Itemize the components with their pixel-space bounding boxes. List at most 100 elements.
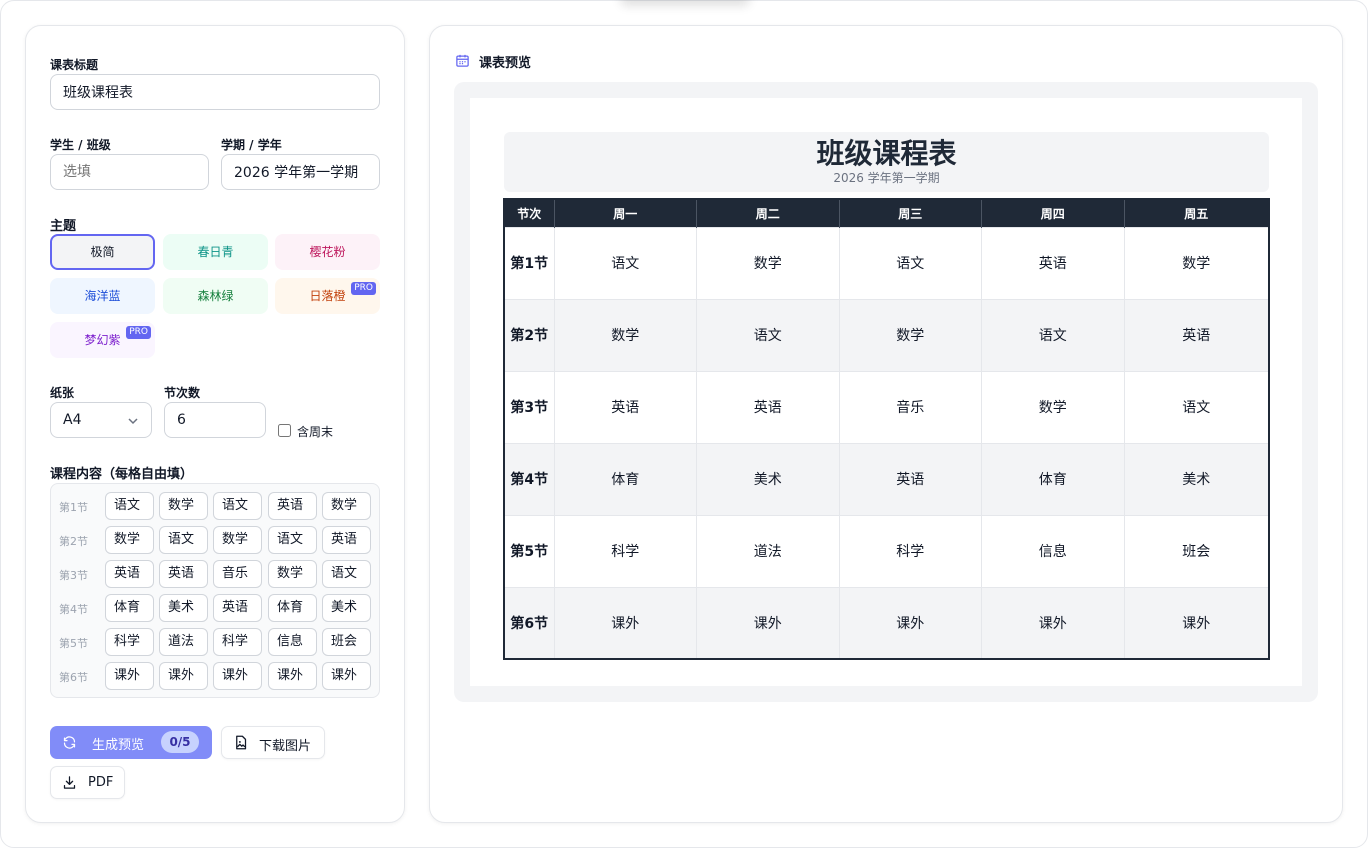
pdf-label: PDF xyxy=(88,775,114,790)
theme-spring[interactable]: 春日青 xyxy=(163,234,268,270)
weekend-label: 含周末 xyxy=(297,425,334,439)
theme-dream-label: 梦幻紫 xyxy=(84,333,121,347)
course-cell[interactable]: 道法 xyxy=(159,628,208,656)
paper-label: 纸张 xyxy=(50,386,75,400)
course-cell[interactable]: 课外 xyxy=(105,662,154,690)
table-row: 第3节 英语 英语 音乐 数学 语文 xyxy=(504,370,1270,443)
table-cell: 数学 xyxy=(839,298,982,371)
periods-input[interactable] xyxy=(164,402,266,438)
course-cell[interactable]: 语文 xyxy=(105,492,154,520)
course-cell[interactable]: 数学 xyxy=(105,526,154,554)
table-cell: 英语 xyxy=(554,370,697,443)
course-cell[interactable]: 英语 xyxy=(213,594,262,622)
generate-counter-badge: 0/5 xyxy=(161,731,199,753)
course-cell[interactable]: 英语 xyxy=(322,526,371,554)
table-cell: 语文 xyxy=(981,298,1125,371)
theme-ocean[interactable]: 海洋蓝 xyxy=(50,278,155,314)
table-cell: 英语 xyxy=(839,442,982,515)
theme-minimal-label: 极简 xyxy=(90,245,115,259)
period-label: 第5节 xyxy=(504,514,555,587)
course-cell[interactable]: 语文 xyxy=(213,492,262,520)
course-cell[interactable]: 数学 xyxy=(159,492,208,520)
theme-forest[interactable]: 森林绿 xyxy=(163,278,268,314)
generate-preview-label: 生成预览 xyxy=(92,738,145,753)
image-file-icon xyxy=(236,735,247,750)
theme-forest-label: 森林绿 xyxy=(197,289,234,303)
table-row: 第4节 体育 美术 英语 体育 美术 xyxy=(504,442,1270,515)
chevron-down-icon xyxy=(128,418,138,425)
paper-select-value: A4 xyxy=(63,412,82,428)
row-label: 第6节 xyxy=(59,671,88,684)
course-cell[interactable]: 课外 xyxy=(268,662,317,690)
theme-dream[interactable]: 梦幻紫 PRO xyxy=(50,322,155,358)
theme-spring-label: 春日青 xyxy=(197,245,234,259)
course-cell[interactable]: 语文 xyxy=(159,526,208,554)
course-cell[interactable]: 课外 xyxy=(213,662,262,690)
download-image-button[interactable]: 下载图片 xyxy=(221,726,325,759)
schedule-paper: 班级课程表 2026 学年第一学期 节次 周一 周二 周三 周四 周五 第1节 … xyxy=(470,98,1302,686)
pdf-button[interactable]: PDF xyxy=(50,766,125,799)
theme-sakura-label: 樱花粉 xyxy=(309,245,346,259)
title-label: 课表标题 xyxy=(50,58,99,72)
theme-minimal[interactable]: 极简 xyxy=(50,234,155,270)
table-cell: 科学 xyxy=(554,514,697,587)
table-row: 第1节 语文 数学 语文 英语 数学 xyxy=(504,226,1270,299)
term-label: 学期 / 学年 xyxy=(221,138,282,152)
table-cell: 数学 xyxy=(981,370,1125,443)
course-cell[interactable]: 班会 xyxy=(322,628,371,656)
course-cell[interactable]: 美术 xyxy=(159,594,208,622)
course-cell[interactable]: 体育 xyxy=(105,594,154,622)
table-cell: 英语 xyxy=(981,226,1125,299)
paper-select[interactable]: A4 xyxy=(50,402,152,438)
table-cell: 语文 xyxy=(554,226,697,299)
student-label: 学生 / 班级 xyxy=(50,138,111,152)
course-grid: 第1节 语文 数学 语文 英语 数学 第2节 数学 语文 数学 语文 英语 第3… xyxy=(50,483,380,698)
course-cell[interactable]: 美术 xyxy=(322,594,371,622)
course-cell[interactable]: 体育 xyxy=(268,594,317,622)
table-header-row: 节次 周一 周二 周三 周四 周五 xyxy=(504,199,1270,227)
table-cell: 道法 xyxy=(696,514,840,587)
course-cell[interactable]: 音乐 xyxy=(213,560,262,588)
course-cell[interactable]: 英语 xyxy=(268,492,317,520)
weekend-checkbox[interactable] xyxy=(278,424,291,437)
table-cell: 班会 xyxy=(1124,514,1270,587)
theme-ocean-label: 海洋蓝 xyxy=(84,289,121,303)
course-cell[interactable]: 数学 xyxy=(322,492,371,520)
column-header: 周一 xyxy=(554,199,697,227)
column-header: 节次 xyxy=(504,199,555,227)
course-cell[interactable]: 课外 xyxy=(322,662,371,690)
preview-header: 课表预览 xyxy=(479,56,532,71)
table-cell: 科学 xyxy=(839,514,982,587)
student-input[interactable] xyxy=(50,154,209,190)
download-icon xyxy=(63,776,76,789)
schedule-title: 班级课程表 xyxy=(816,137,957,170)
course-cell[interactable]: 科学 xyxy=(213,628,262,656)
theme-sunset-label: 日落橙 xyxy=(309,289,346,303)
course-cell[interactable]: 信息 xyxy=(268,628,317,656)
course-cell[interactable]: 课外 xyxy=(159,662,208,690)
row-label: 第1节 xyxy=(59,501,88,514)
column-header: 周二 xyxy=(696,199,840,227)
course-cell[interactable]: 数学 xyxy=(268,560,317,588)
theme-label: 主题 xyxy=(50,219,77,234)
course-cell[interactable]: 语文 xyxy=(322,560,371,588)
course-cell[interactable]: 英语 xyxy=(105,560,154,588)
theme-sakura[interactable]: 樱花粉 xyxy=(275,234,380,270)
preview-panel: 课表预览 班级课程表 2026 学年第一学期 节次 周一 周二 周三 周四 周五 xyxy=(429,25,1343,823)
course-cell[interactable]: 英语 xyxy=(159,560,208,588)
title-input[interactable] xyxy=(50,74,380,110)
term-input[interactable] xyxy=(221,154,380,190)
download-image-label: 下载图片 xyxy=(259,739,312,754)
pro-badge: PRO xyxy=(351,282,376,295)
pro-badge: PRO xyxy=(126,326,151,339)
period-label: 第6节 xyxy=(504,586,555,659)
generate-preview-button[interactable]: 生成预览 0/5 xyxy=(50,726,212,759)
course-cell[interactable]: 数学 xyxy=(213,526,262,554)
theme-sunset[interactable]: 日落橙 PRO xyxy=(275,278,380,314)
row-label: 第3节 xyxy=(59,569,88,582)
settings-panel: 课表标题 学生 / 班级 学期 / 学年 主题 极简 春日青 樱花粉 海洋蓝 森… xyxy=(25,25,405,823)
table-cell: 课外 xyxy=(1124,586,1270,659)
course-cell[interactable]: 科学 xyxy=(105,628,154,656)
course-cell[interactable]: 语文 xyxy=(268,526,317,554)
column-header: 周五 xyxy=(1124,199,1270,227)
